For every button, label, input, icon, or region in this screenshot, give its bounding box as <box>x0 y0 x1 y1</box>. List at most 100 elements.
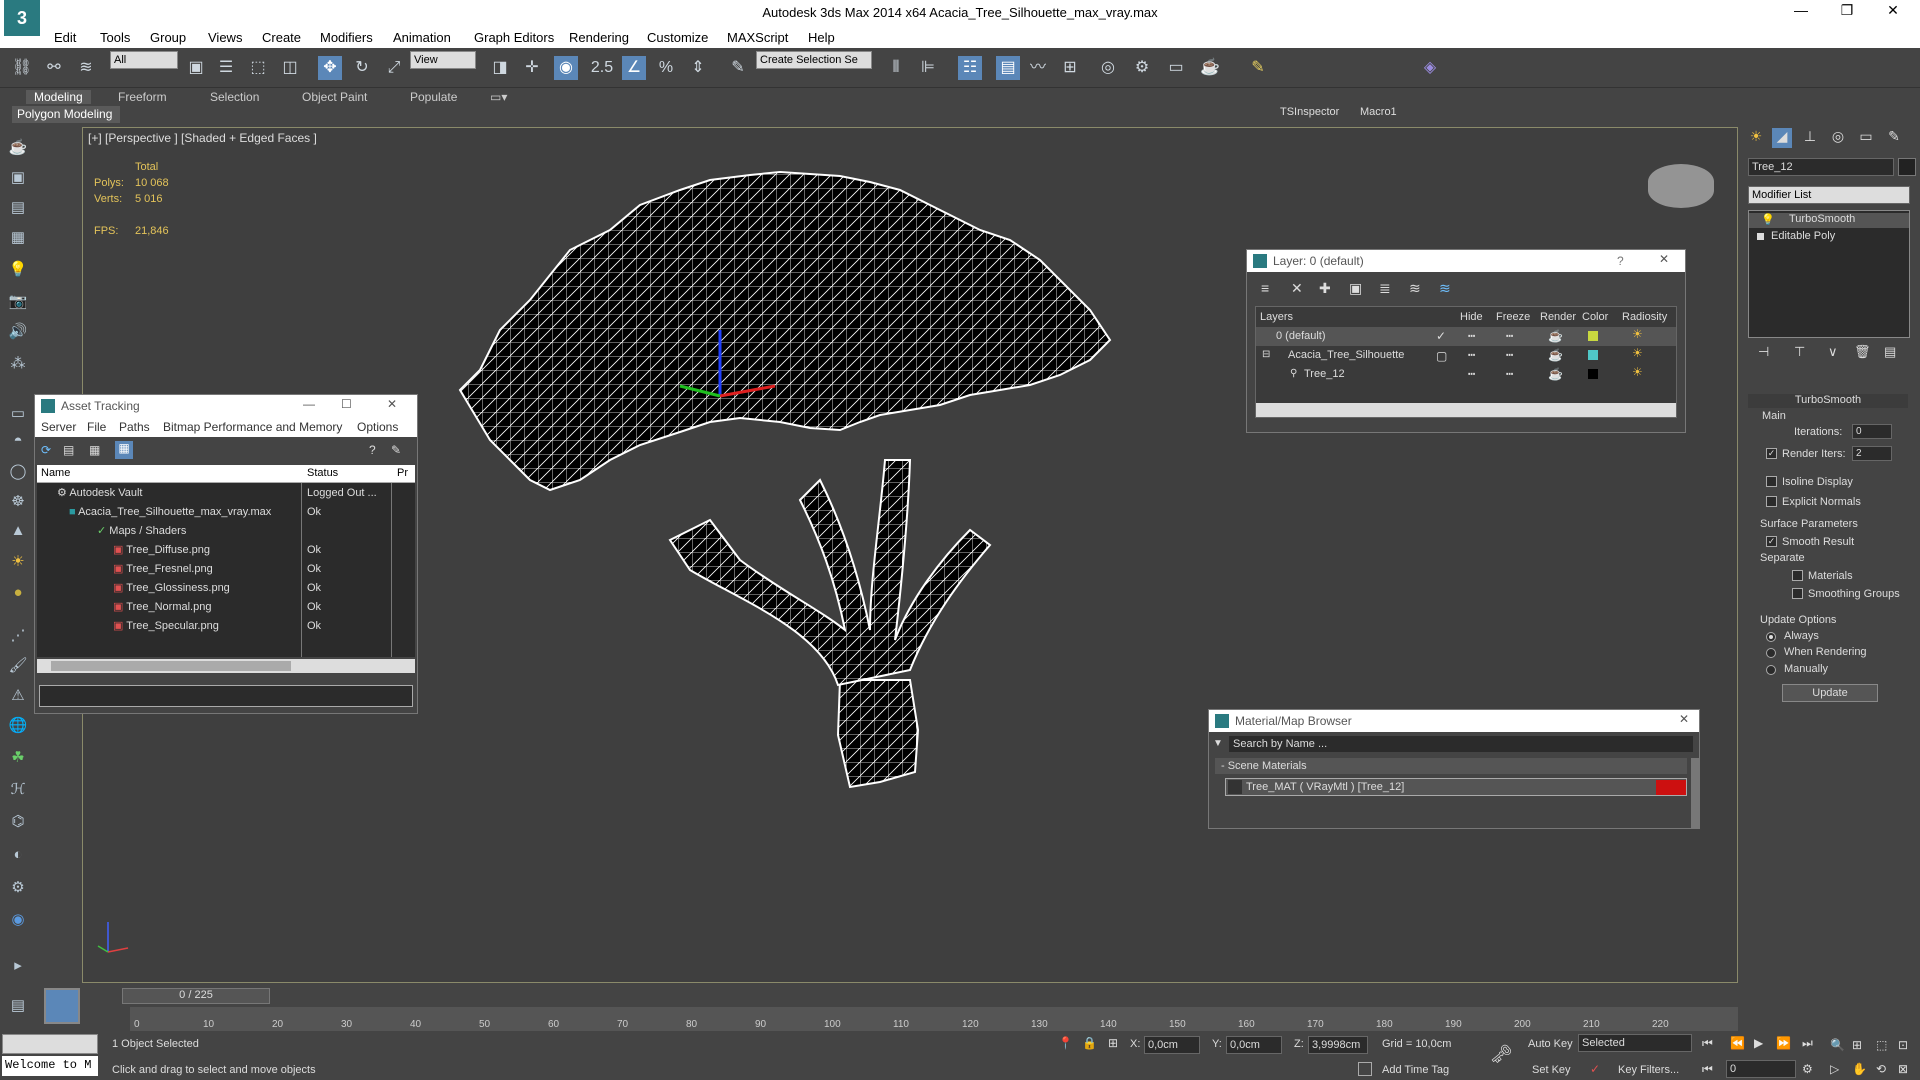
tool-icon[interactable]: ✎ <box>391 443 401 457</box>
table-view-icon[interactable]: ▦ <box>115 441 133 459</box>
close-icon[interactable]: ✕ <box>387 397 397 411</box>
menu-bitmap-performance[interactable]: Bitmap Performance and Memory <box>163 420 342 434</box>
add-time-tag[interactable]: Add Time Tag <box>1382 1064 1449 1076</box>
ribbon-options-icon[interactable]: ▭▾ <box>490 90 507 104</box>
orbit-icon[interactable]: ⟲ <box>1876 1062 1886 1076</box>
select-object-icon[interactable]: ▣ <box>184 56 208 80</box>
column-status[interactable]: Status <box>307 467 338 479</box>
modifier-on-bulb-icon[interactable]: 💡 <box>1761 213 1775 226</box>
ribbon-panel-polygon-modeling[interactable]: Polygon Modeling <box>12 106 120 123</box>
set-key-filters-icon[interactable]: ✓ <box>1590 1062 1600 1076</box>
close-button[interactable]: ✕ <box>1870 2 1916 19</box>
zoom-extents-all-icon[interactable]: ⊡ <box>1898 1038 1908 1052</box>
percent-snap-icon[interactable]: % <box>654 56 678 80</box>
menu-views[interactable]: Views <box>208 30 242 45</box>
sun-icon[interactable]: ☀ <box>6 552 30 574</box>
horizontal-scrollbar[interactable] <box>1256 403 1676 417</box>
configure-sets-icon[interactable]: ▤ <box>1884 344 1896 360</box>
cone-icon[interactable]: ▲ <box>6 522 30 544</box>
render-toggle-icon[interactable]: ☕ <box>1548 329 1563 343</box>
menu-options[interactable]: Options <box>357 420 398 434</box>
column-render[interactable]: Render <box>1540 311 1576 323</box>
light-icon[interactable]: 💡 <box>6 260 30 282</box>
menu-rendering[interactable]: Rendering <box>569 30 629 45</box>
render-iters-spinner[interactable]: 2 <box>1852 446 1892 461</box>
close-icon[interactable]: ✕ <box>1679 712 1689 726</box>
help-button[interactable]: ? <box>1617 254 1624 268</box>
teapot-icon[interactable]: ☕ <box>6 138 30 160</box>
radiosity-icon[interactable]: ☀ <box>1632 327 1643 341</box>
layer-row[interactable]: ⊟ Acacia_Tree_Silhouette ▢ ┅ ┅ ☕ ☀ <box>1256 346 1676 365</box>
mirror-icon[interactable]: ⫴ <box>884 56 908 80</box>
window-crossing-icon[interactable]: ◫ <box>278 56 302 80</box>
explicit-normals-checkbox[interactable] <box>1766 496 1777 507</box>
maxscript-listener-top[interactable] <box>2 1034 98 1054</box>
table-row[interactable]: ▣ Tree_Diffuse.png <box>113 542 210 558</box>
spinner-snap-icon[interactable]: ⇕ <box>686 56 710 80</box>
y-coordinate-field[interactable]: 0,0cm <box>1226 1036 1282 1054</box>
snap-toggle-icon[interactable]: 2.5 <box>590 56 614 80</box>
plugin-icon[interactable]: ◈ <box>1418 56 1442 80</box>
menu-help[interactable]: Help <box>808 30 835 45</box>
highlight-layer-icon[interactable]: ≣ <box>1379 280 1391 297</box>
radiosity-icon[interactable]: ☀ <box>1632 365 1643 379</box>
detail-view-icon[interactable]: ▦ <box>89 443 100 457</box>
key-filters-button[interactable]: Key Filters... <box>1618 1064 1679 1076</box>
x-coordinate-field[interactable]: 0,0cm <box>1144 1036 1200 1054</box>
hide-toggle-icon[interactable]: ┅ <box>1468 367 1475 381</box>
menu-customize[interactable]: Customize <box>647 30 708 45</box>
layer-color-swatch[interactable] <box>1588 331 1598 341</box>
menu-create[interactable]: Create <box>262 30 301 45</box>
goto-end-icon[interactable]: ⏭ <box>1802 1036 1813 1051</box>
zoom-icon[interactable]: 🔍 <box>1830 1038 1845 1052</box>
options-dropdown-icon[interactable]: ▼ <box>1213 738 1223 749</box>
select-objects-icon[interactable]: ▣ <box>1349 280 1362 297</box>
help-icon[interactable]: ? <box>369 443 376 457</box>
track-bar[interactable] <box>130 1007 1738 1031</box>
tsinspector-icon[interactable]: ✎ <box>1246 56 1270 80</box>
pivot-icon[interactable]: ✛ <box>520 56 544 80</box>
menu-paths[interactable]: Paths <box>119 420 150 434</box>
create-tab-icon[interactable]: ☀ <box>1746 128 1766 148</box>
auto-key-button[interactable]: Auto Key <box>1528 1038 1573 1050</box>
radiosity-icon[interactable]: ☀ <box>1632 346 1643 360</box>
create-layer-icon[interactable]: ≡ <box>1261 280 1269 296</box>
menu-group[interactable]: Group <box>150 30 186 45</box>
particles-icon[interactable]: ⁂ <box>6 354 30 376</box>
active-layer-check-icon[interactable]: ✓ <box>1436 329 1446 343</box>
curve-editor-icon[interactable]: 〰 <box>1026 56 1050 80</box>
key-selection-dropdown[interactable]: Selected <box>1578 1034 1692 1052</box>
object-name-field[interactable]: Tree_12 <box>1748 158 1894 176</box>
render-toggle-icon[interactable]: ☕ <box>1548 367 1563 381</box>
list-icon[interactable]: ▤ <box>6 198 30 220</box>
column-proxy[interactable]: Pr <box>397 467 408 479</box>
play-icon[interactable]: ▶ <box>1754 1036 1763 1050</box>
pan-icon[interactable]: ✋ <box>1852 1062 1867 1076</box>
manually-radio[interactable] <box>1766 665 1776 675</box>
dome-icon[interactable]: ◓ <box>6 432 30 454</box>
tsinspector-label[interactable]: TSInspector <box>1280 106 1339 118</box>
close-icon[interactable]: ✕ <box>1659 252 1669 266</box>
time-configuration-icon[interactable]: ⚙ <box>1802 1062 1813 1076</box>
sphere-icon[interactable]: ● <box>6 584 30 606</box>
viewcube-icon[interactable] <box>1648 164 1714 208</box>
maximize-icon[interactable]: ☐ <box>341 397 352 411</box>
column-name[interactable]: Name <box>41 467 70 479</box>
material-editor-icon[interactable]: ◎ <box>1096 56 1120 80</box>
bind-space-warp-icon[interactable]: ≋ <box>74 56 98 80</box>
rendered-frame-icon[interactable]: ▭ <box>1164 56 1188 80</box>
menu-modifiers[interactable]: Modifiers <box>320 30 373 45</box>
next-frame-icon[interactable]: ⏩ <box>1776 1036 1791 1050</box>
absolute-mode-icon[interactable]: ⊞ <box>1108 1036 1118 1050</box>
maximize-viewport-icon[interactable]: ⊠ <box>1898 1062 1908 1076</box>
smoothing-groups-checkbox[interactable] <box>1792 588 1803 599</box>
mini-curve-editor-icon[interactable] <box>44 988 80 1024</box>
tree-model[interactable] <box>440 160 1220 800</box>
rotate-icon[interactable]: ↻ <box>350 56 374 80</box>
cloth-icon[interactable]: ⌬ <box>6 812 30 834</box>
motion-tab-icon[interactable]: ◎ <box>1828 128 1848 148</box>
menu-edit[interactable]: Edit <box>54 30 76 45</box>
table-row[interactable]: ⚙ Autodesk Vault <box>57 485 143 501</box>
helper-icon[interactable]: ☸ <box>6 492 30 514</box>
current-frame-field[interactable]: 0 <box>1726 1060 1796 1078</box>
